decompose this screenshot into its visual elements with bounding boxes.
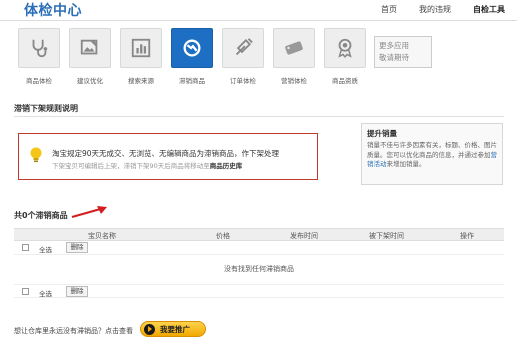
select-all-checkbox[interactable] <box>22 244 29 251</box>
empty-message: 没有找到任何滞销商品 <box>224 265 294 273</box>
table-actions-top: 全选 删除 <box>14 241 504 255</box>
nav-home[interactable]: 首页 <box>381 4 397 15</box>
more-apps-line2: 敬请期待 <box>379 53 409 62</box>
tool-product-check[interactable]: 商品体检 <box>18 28 60 85</box>
rule-notice: 淘宝规定90天无成交、无浏览、无编辑商品为滞销商品，作下架处理 下架宝贝可编辑后… <box>18 133 318 180</box>
tool-box[interactable] <box>324 28 366 68</box>
tool-box[interactable] <box>69 28 111 68</box>
no-sales-icon <box>183 39 201 57</box>
app-title: 体检中心 <box>24 3 82 19</box>
notice-sub-text: 下架宝贝可编辑后上架，滞销下架90天后商品将移动至商品历史库 <box>52 160 242 170</box>
promote-button-label: 我要推广 <box>160 324 190 334</box>
stethoscope-icon <box>32 39 48 58</box>
top-nav: 首页 我的违规 自检工具 <box>381 4 505 15</box>
award-ribbon-icon <box>338 38 352 58</box>
table-actions-bottom: 全选 删除 <box>14 284 504 298</box>
unsold-count-title: 共0个滞销商品 <box>14 211 68 220</box>
col-product-name: 宝贝名称 <box>88 232 116 240</box>
promote-button[interactable]: 我要推广 <box>140 321 206 337</box>
notice-main-text: 淘宝规定90天无成交、无浏览、无编辑商品为滞销商品，作下架处理 <box>52 149 280 158</box>
header: 体检中心 首页 我的违规 自检工具 <box>0 0 517 22</box>
arrow-annotation <box>71 206 107 219</box>
syringe-icon <box>235 38 253 56</box>
header-divider <box>0 20 517 21</box>
tool-box[interactable] <box>18 28 60 68</box>
tool-label: 商品资质 <box>332 77 358 85</box>
tool-label: 建议优化 <box>77 77 103 85</box>
tool-box[interactable] <box>120 28 162 68</box>
tool-label: 商品体检 <box>26 77 52 85</box>
tool-label: 营销体检 <box>281 77 307 85</box>
unsold-products-table: 宝贝名称 价格 发布时间 被下架时间 操作 全选 删除 没有找到任何滞销商品 全… <box>14 228 504 298</box>
promo-question: 想让仓库里永远没有滞销品？点击查看 <box>14 327 133 335</box>
delete-button[interactable]: 删除 <box>66 286 88 297</box>
tool-label: 订单体检 <box>230 77 256 85</box>
side-tip-text: 销量不佳与许多因素有关，标题、价格、图片质量。您可以优化商品的信息，并通过参加营… <box>367 141 497 170</box>
tool-label: 滞销商品 <box>179 77 205 85</box>
tool-marketing-check[interactable]: 营销体检 <box>273 28 315 85</box>
side-tip-body: 销量不佳与许多因素有关，标题、价格、图片质量。您可以优化商品的信息，并通过参加 <box>367 141 497 159</box>
tool-unsold-products[interactable]: 滞销商品 <box>171 28 213 85</box>
tool-box[interactable] <box>222 28 264 68</box>
tool-order-check[interactable]: 订单体检 <box>222 28 264 85</box>
select-all-checkbox[interactable] <box>22 288 29 295</box>
sale-tag-icon <box>285 41 303 55</box>
col-actions: 操作 <box>460 232 474 240</box>
tool-box[interactable] <box>273 28 315 68</box>
select-all-label[interactable]: 全选 <box>39 288 52 298</box>
nav-my-violations[interactable]: 我的违规 <box>419 4 451 15</box>
section-divider <box>14 116 504 117</box>
rules-section-title: 滞销下架规则说明 <box>14 104 78 113</box>
lightbulb-icon <box>30 147 42 163</box>
tool-suggest-optimize[interactable]: 建议优化 <box>69 28 111 85</box>
side-tip-box: 提升销量 销量不佳与许多因素有关，标题、价格、图片质量。您可以优化商品的信息，并… <box>361 123 503 185</box>
col-price: 价格 <box>216 232 230 240</box>
more-apps-placeholder: 更多应用 敬请期待 <box>374 36 432 68</box>
history-library-link[interactable]: 商品历史库 <box>210 162 243 170</box>
play-icon <box>144 323 155 335</box>
tool-product-qualification[interactable]: 商品资质 <box>324 28 366 85</box>
col-publish-time: 发布时间 <box>290 232 318 240</box>
tool-box[interactable] <box>171 28 213 68</box>
tool-label: 搜索来源 <box>128 77 154 85</box>
nav-self-check-tools[interactable]: 自检工具 <box>473 4 505 15</box>
select-all-label[interactable]: 全选 <box>39 244 52 254</box>
col-delist-time: 被下架时间 <box>369 232 404 240</box>
bar-chart-icon <box>131 38 151 58</box>
table-header: 宝贝名称 价格 发布时间 被下架时间 操作 <box>14 228 504 241</box>
more-apps-line1: 更多应用 <box>379 41 409 50</box>
side-tip-title: 提升销量 <box>367 129 397 138</box>
notice-sub-body: 下架宝贝可编辑后上架，滞销下架90天后商品将移动至 <box>52 162 210 170</box>
side-tip-end: 来增加销量。 <box>386 160 426 168</box>
tool-search-source[interactable]: 搜索来源 <box>120 28 162 85</box>
delete-button[interactable]: 删除 <box>66 242 88 253</box>
image-edit-icon <box>80 39 98 55</box>
